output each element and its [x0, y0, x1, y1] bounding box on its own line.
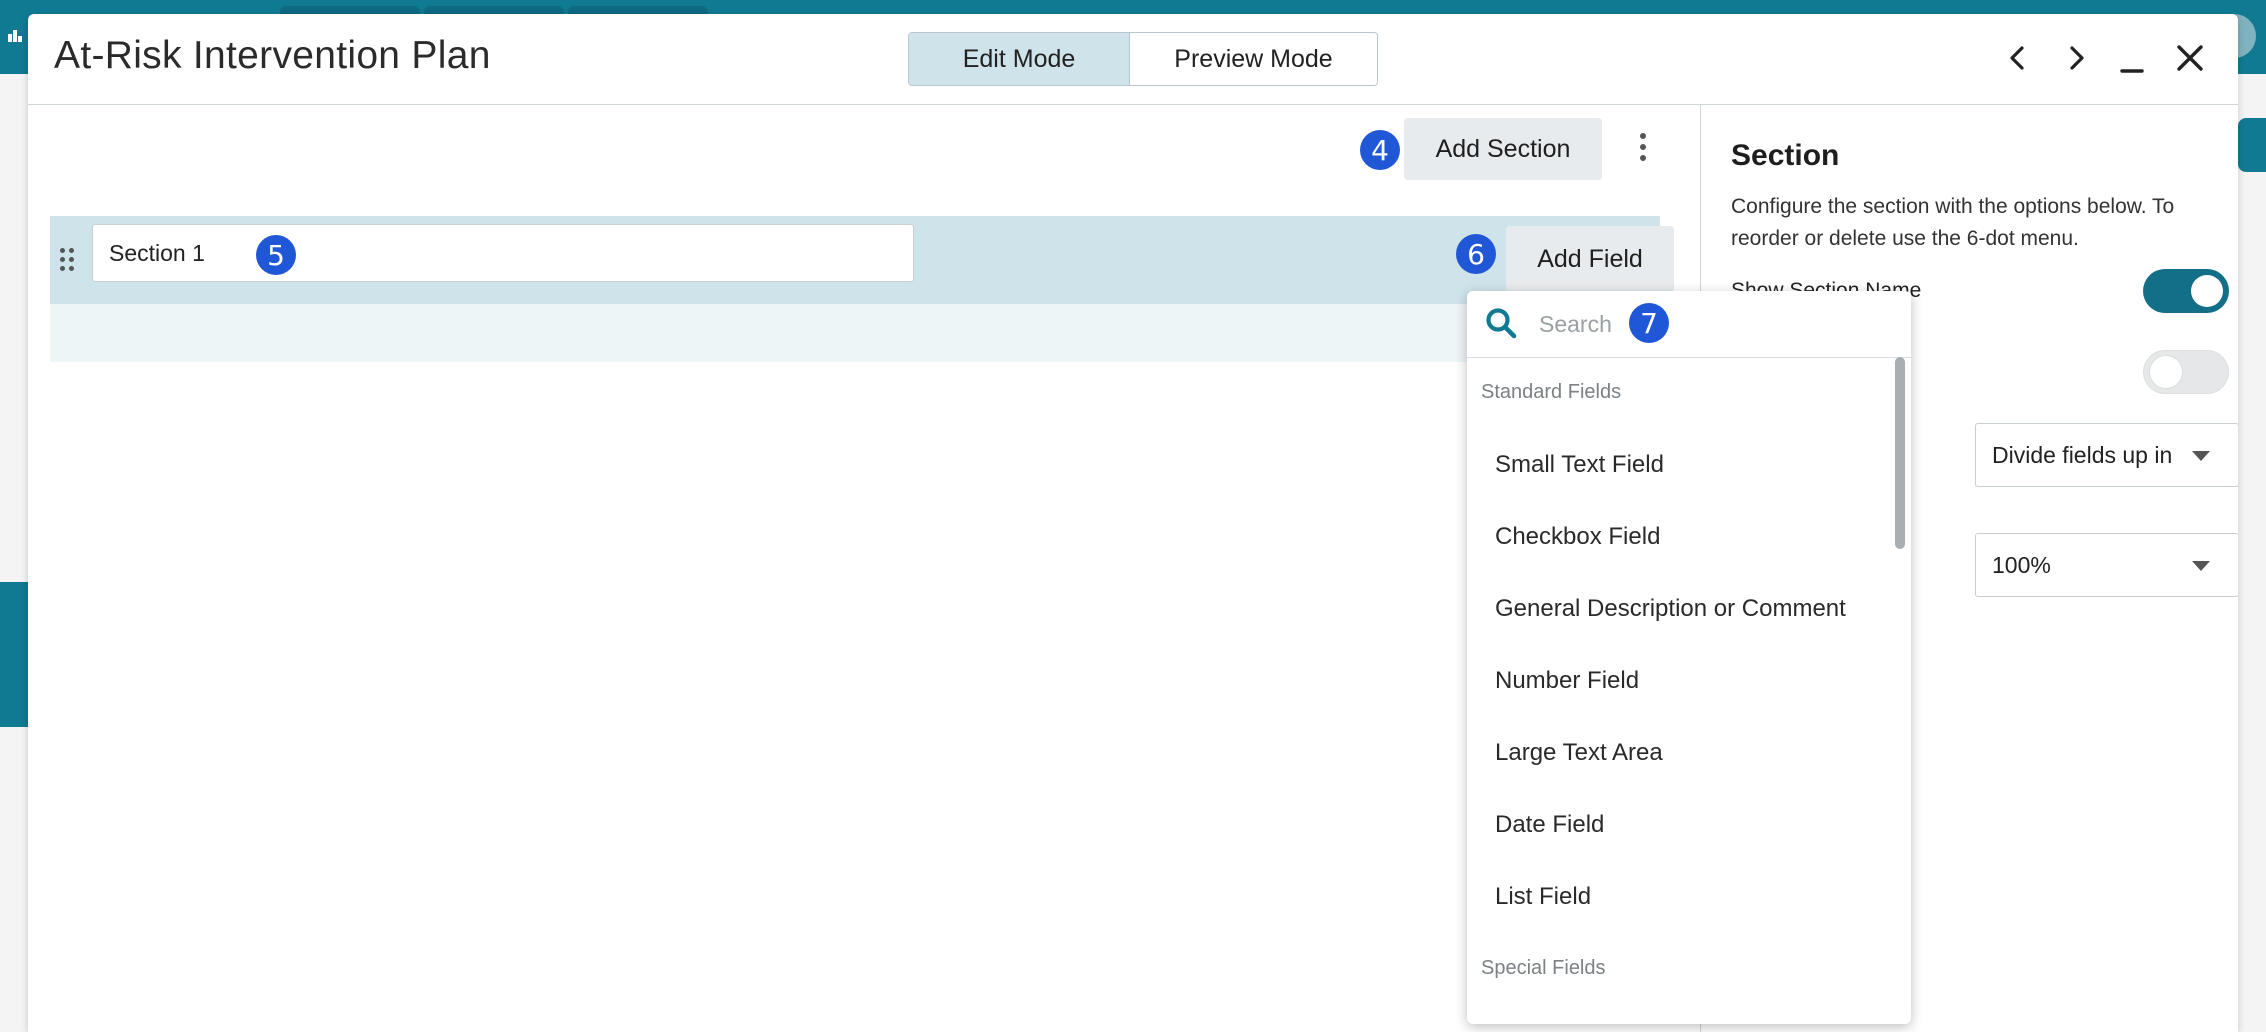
chevron-left-icon[interactable]	[1998, 38, 2038, 78]
field-option-large-text-area[interactable]: Large Text Area	[1495, 739, 1663, 767]
width-select-value: 100%	[1992, 552, 2051, 578]
drag-handle-icon[interactable]	[60, 248, 76, 272]
caret-down-icon	[2192, 561, 2210, 571]
group-label-standard-fields: Standard Fields	[1481, 381, 1622, 403]
field-option-checkbox[interactable]: Checkbox Field	[1495, 523, 1660, 551]
caret-down-icon	[2192, 451, 2210, 461]
group-label-special-fields: Special Fields	[1481, 957, 1606, 979]
step-badge-5: 5	[256, 235, 296, 275]
modal-header: At-Risk Intervention Plan Edit Mode Prev…	[28, 14, 2238, 105]
chevron-right-icon[interactable]	[2056, 38, 2096, 78]
mode-toggle: Edit Mode Preview Mode	[908, 32, 1378, 86]
step-badge-6: 6	[1456, 234, 1496, 274]
step-badge-4: 4	[1360, 130, 1400, 170]
search-input[interactable]	[1539, 307, 1799, 341]
field-option-date[interactable]: Date Field	[1495, 811, 1604, 839]
section-body	[50, 304, 1660, 362]
field-option-number[interactable]: Number Field	[1495, 667, 1639, 695]
dropdown-scrollbar[interactable]	[1895, 357, 1905, 549]
preview-mode-button[interactable]: Preview Mode	[1129, 33, 1377, 85]
app-sidebar	[0, 74, 30, 1032]
secondary-toggle[interactable]	[2143, 350, 2229, 394]
section-name-value: Section 1	[109, 239, 205, 266]
form-canvas: 4 Add Section Section 1 5 6 Add Field	[28, 105, 1700, 1032]
section-header-row: Section 1 5 6 Add Field	[50, 216, 1674, 304]
section-name-input[interactable]: Section 1	[92, 224, 914, 282]
search-icon	[1483, 305, 1519, 341]
field-option-general-description[interactable]: General Description or Comment	[1495, 595, 1846, 623]
field-option-small-text[interactable]: Small Text Field	[1495, 451, 1664, 479]
app-logo-icon	[8, 28, 22, 42]
width-select[interactable]: 100%	[1975, 533, 2238, 597]
show-section-name-toggle[interactable]	[2143, 269, 2229, 313]
field-type-dropdown: 7 Standard Fields Small Text Field Check…	[1467, 291, 1911, 1024]
more-options-icon[interactable]	[1636, 133, 1650, 167]
panel-title: Section	[1731, 139, 1840, 172]
step-badge-7: 7	[1629, 303, 1669, 343]
edit-mode-button[interactable]: Edit Mode	[909, 33, 1129, 85]
add-section-button[interactable]: Add Section	[1404, 118, 1602, 180]
app-right-strip	[2238, 74, 2266, 1032]
layout-select[interactable]: Divide fields up in	[1975, 423, 2238, 487]
field-option-list[interactable]: List Field	[1495, 883, 1591, 911]
layout-select-value: Divide fields up in	[1992, 442, 2173, 468]
panel-description: Configure the section with the options b…	[1731, 195, 2175, 250]
minimize-icon[interactable]	[2112, 38, 2152, 78]
add-field-button[interactable]: Add Field	[1506, 226, 1674, 292]
close-icon[interactable]	[2170, 38, 2210, 78]
dropdown-search: 7	[1467, 291, 1911, 358]
modal-title: At-Risk Intervention Plan	[54, 34, 491, 77]
